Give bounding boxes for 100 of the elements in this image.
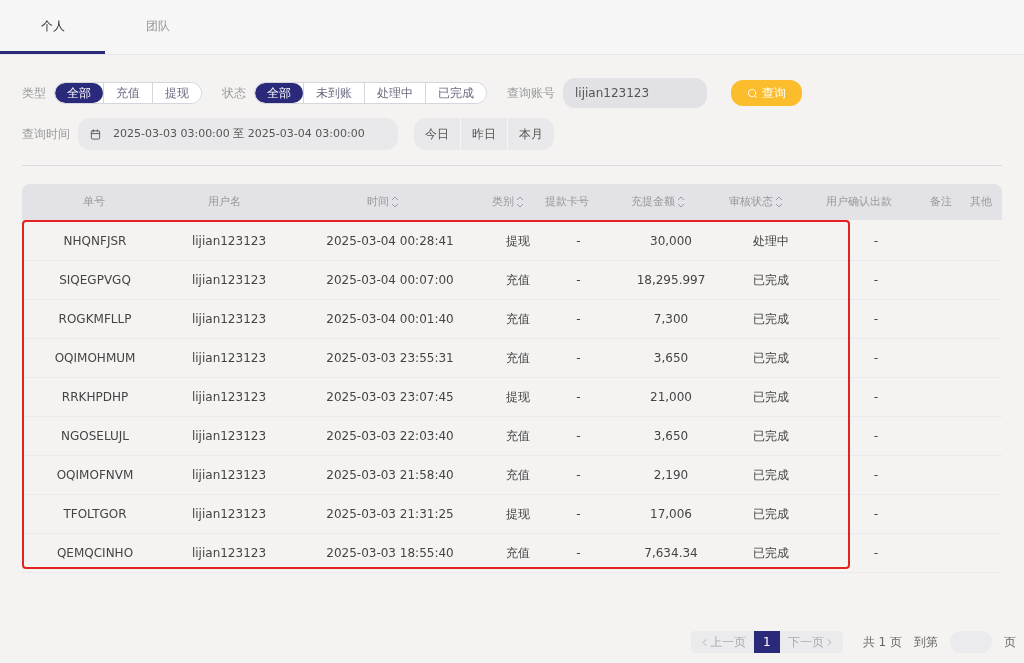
table-cell-text: 已完成 [753,467,789,484]
table-cell-text: TFOLTGOR [63,506,127,523]
table-cell-text: - [576,467,581,484]
table-cell-text: 17,006 [650,506,692,523]
filter-label: 状态 [222,85,246,102]
table-cell-text: - [873,467,879,484]
goto-label: 到第 [914,634,938,651]
table-cell-text: 2025-03-03 23:55:31 [326,350,454,367]
table-cell-text: 充值 [505,545,530,562]
table-cell-text: 充值 [505,272,530,289]
table-cell-text: 提现 [505,233,530,250]
table-cell-text: 2025-03-03 18:55:40 [326,545,454,562]
table-cell-text: 3,650 [653,428,689,445]
table-cell-text: OQIMOHMUM [54,350,136,367]
page-button[interactable]: 1 [753,631,780,653]
column-header: 类别 [491,193,514,210]
search-icon [747,87,758,99]
filter-option[interactable]: 全部 [55,83,103,103]
quick-range-button[interactable]: 今日 [414,118,460,150]
table-cell-text: - [873,350,879,367]
table-cell-text: - [873,428,879,445]
sort-icon[interactable] [677,195,685,209]
table-cell-text: 充值 [505,350,530,367]
table-cell-text: lijian123123 [191,545,267,562]
table-cell-text: lijian123123 [191,272,267,289]
filter-label: 查询账号 [507,85,555,102]
table-cell-text: 2,190 [653,467,689,484]
table-cell-text: 2025-03-04 00:28:41 [326,233,454,250]
table-cell-text: 已完成 [753,389,789,406]
column-header: 时间 [366,193,389,210]
table-cell-text: 处理中 [753,233,789,250]
table-cell-text: 3,650 [653,350,689,367]
filter-option[interactable]: 全部 [255,83,303,103]
table-cell-text: 21,000 [650,389,692,406]
column-header: 用户名 [208,193,242,210]
sort-icon[interactable] [515,195,524,209]
table-cell-text: lijian123123 [191,350,267,367]
table-cell-text: QEMQCINHO [56,545,134,562]
table-cell-text: 30,000 [650,233,692,250]
table-cell-text: - [576,545,581,562]
table-cell-text: lijian123123 [191,233,267,250]
table-cell-text: 已完成 [753,311,789,328]
filter-option[interactable]: 提现 [152,83,201,103]
table-cell-text: RRKHPDHP [61,389,129,406]
table-cell-text: NHQNFJSR [63,233,127,250]
table-cell-text: 2025-03-03 23:07:45 [326,389,454,406]
table-cell-text: 已完成 [753,545,789,562]
table-cell-text: - [873,389,879,406]
table-cell-text: NGOSELUJL [61,428,129,445]
filter-option[interactable]: 已完成 [425,83,486,103]
filter-label: 查询时间 [22,126,70,143]
table-cell-text: lijian123123 [191,389,267,406]
table-cell-text: 2025-03-03 22:03:40 [326,428,454,445]
table-cell-text: - [576,428,581,445]
column-header: 其他 [970,193,993,210]
column-header: 备注 [930,193,953,210]
page-total: 共 1 页 [862,634,902,651]
calendar-icon [90,128,101,140]
table-cell-text: - [576,233,581,250]
column-header: 审核状态 [729,193,773,210]
table-cell-text: - [576,389,581,406]
table-cell-text: 充值 [505,467,530,484]
table-cell-text: - [576,272,581,289]
sort-icon[interactable] [775,195,783,209]
column-header: 充提金额 [631,193,675,210]
table-cell-text: 充值 [505,428,530,445]
table-cell-text: 7,300 [653,311,689,328]
sort-icon[interactable] [390,195,399,209]
table-cell-text: 7,634.34 [644,545,698,562]
table-cell-text: 2025-03-04 00:01:40 [326,311,454,328]
table-cell-text: lijian123123 [191,467,267,484]
quick-range-button[interactable]: 昨日 [460,118,507,150]
table-cell-text: 提现 [505,389,530,406]
filter-label: 类型 [22,85,46,102]
table-cell-text: - [576,350,581,367]
page-suffix: 页 [1004,634,1016,651]
table-cell-text: 已完成 [753,350,789,367]
tab[interactable]: 个人 [0,0,105,54]
table-cell-text: - [576,506,581,523]
table-cell-text: lijian123123 [191,428,267,445]
table-cell-text: 已完成 [753,428,789,445]
table-cell-text: - [873,311,879,328]
table-cell-text: - [873,506,879,523]
date-range-field[interactable]: 2025-03-03 03:00:00 至 2025-03-04 03:00:00 [78,118,398,150]
table-cell-text: 2025-03-03 21:31:25 [326,506,454,523]
quick-range-button[interactable]: 本月 [507,118,554,150]
table-cell-text: - [576,311,581,328]
table-cell-text: ROGKMFLLP [58,311,132,328]
table-cell-text: OQIMOFNVM [56,467,134,484]
table-cell-text: 已完成 [753,506,789,523]
account-field[interactable]: lijian123123 [563,78,707,108]
table-cell-text: 已完成 [753,272,789,289]
table-cell-text: 18,295.997 [636,272,706,289]
table-cell-text: - [873,545,879,562]
table-cell-text: 充值 [505,311,530,328]
table-cell-text: lijian123123 [191,506,267,523]
column-header: 提款卡号 [545,193,590,210]
table-cell-text: lijian123123 [191,311,267,328]
table-cell-text: SIQEGPVGQ [59,272,131,289]
table-cell-text: 2025-03-03 21:58:40 [326,467,454,484]
